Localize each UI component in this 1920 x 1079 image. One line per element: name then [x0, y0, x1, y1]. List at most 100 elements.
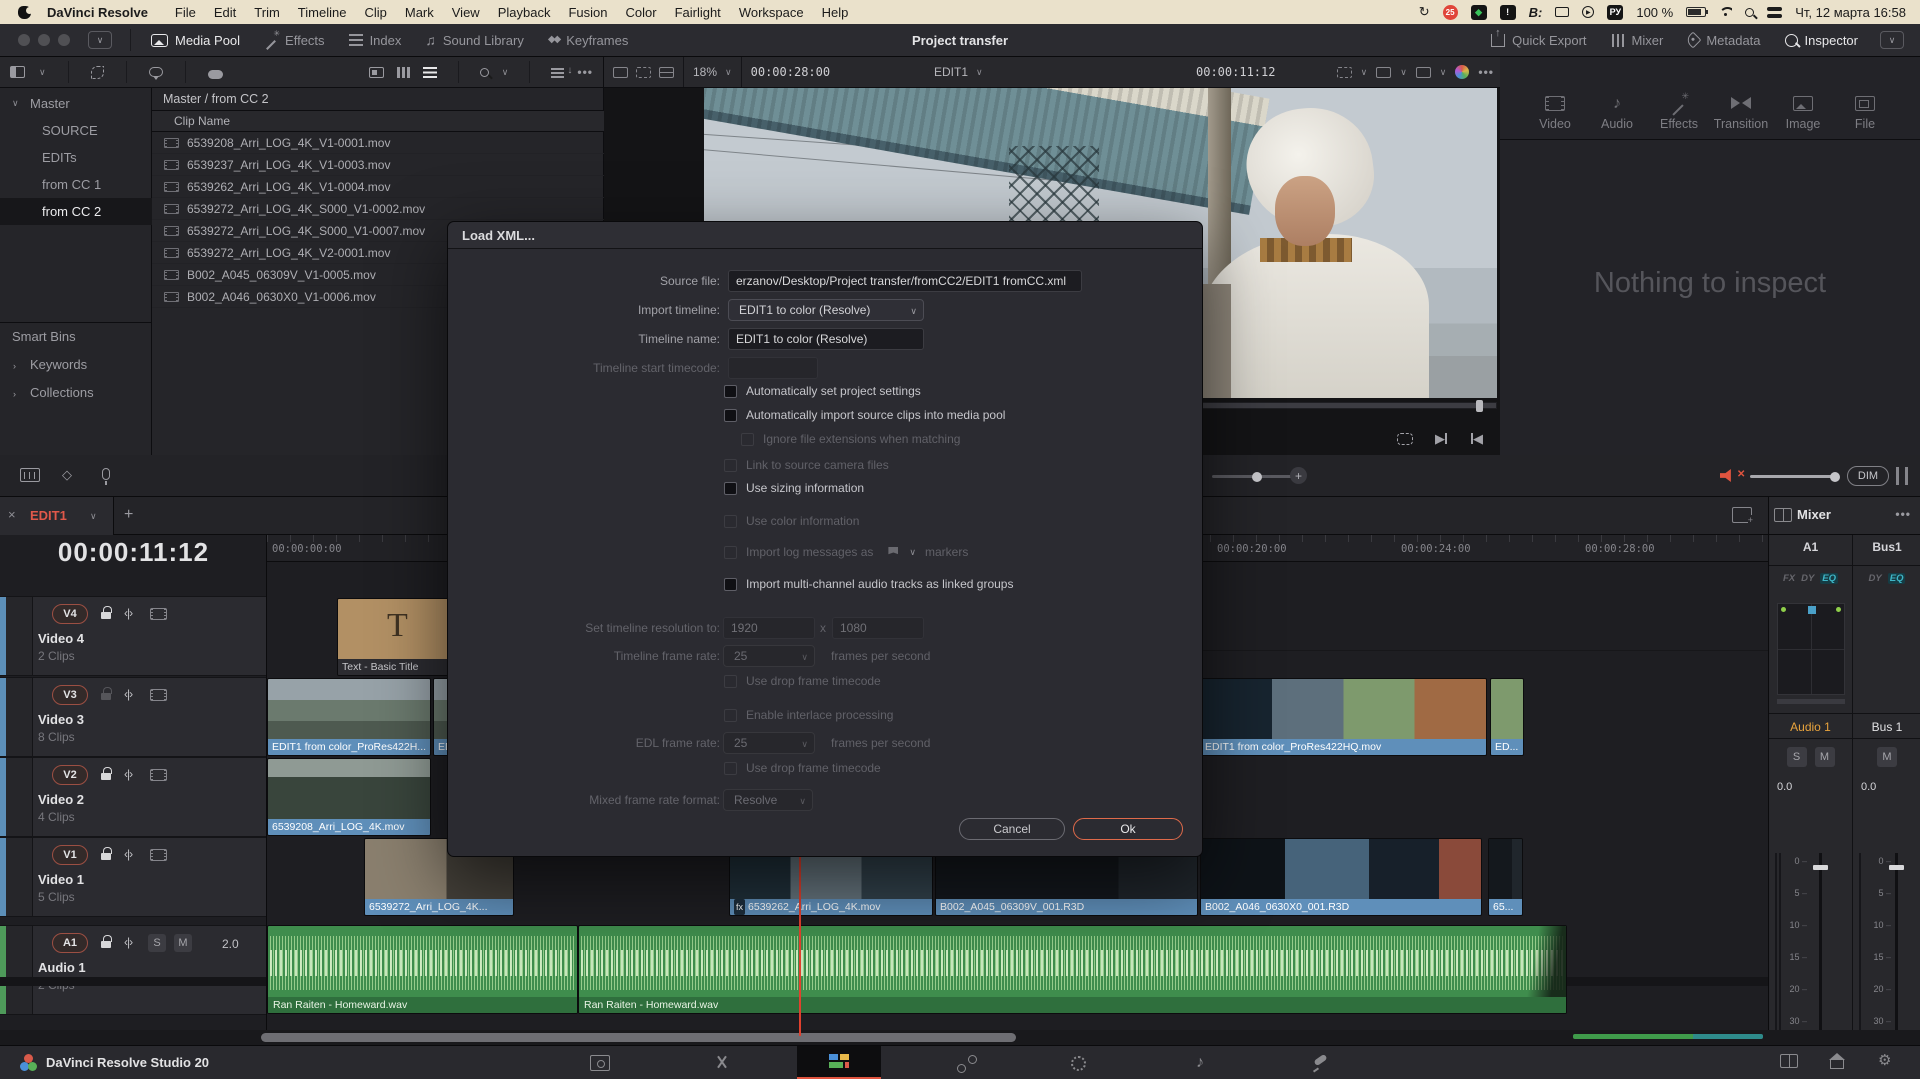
dialog-checkbox-row[interactable]: Use color information ∨	[724, 512, 868, 530]
track-name[interactable]: Video 4	[38, 631, 84, 646]
timeline-clip[interactable]: fxB002_A046_0630X0_001.R3D	[1200, 838, 1482, 916]
timeline-tab-chevron[interactable]: ∨	[90, 511, 97, 522]
display-icon[interactable]	[1555, 7, 1569, 17]
checkbox[interactable]	[724, 578, 737, 591]
track-lock-icon[interactable]	[101, 847, 111, 860]
previous-clip-icon[interactable]: ◀	[1471, 431, 1483, 447]
checkbox[interactable]	[724, 762, 737, 775]
viewer-timeline-name[interactable]: EDIT1	[934, 65, 968, 79]
track-film-icon[interactable]	[150, 769, 167, 781]
color-management-icon[interactable]	[1455, 65, 1469, 79]
smart-bin-item[interactable]: › Keywords	[0, 351, 152, 379]
monitor-volume-slider[interactable]	[1750, 475, 1838, 478]
window-close-button[interactable]	[18, 34, 30, 46]
menu-item[interactable]: Clip	[364, 5, 386, 20]
scrub-handle[interactable]	[1476, 400, 1483, 412]
panel-toggle-button[interactable]: Index	[337, 24, 414, 57]
page-button[interactable]	[558, 1046, 642, 1079]
apple-menu-icon[interactable]	[18, 6, 31, 19]
timeline-tab-edit1[interactable]: × EDIT1 ∨	[0, 497, 114, 535]
track-name[interactable]: Video 2	[38, 792, 84, 807]
spotlight-search-icon[interactable]	[1745, 8, 1754, 17]
panel-toggle-button[interactable]: Mixer	[1599, 24, 1676, 57]
dim-button[interactable]: DIM	[1847, 466, 1889, 486]
timeline-clip[interactable]: fxEDIT1 from color_ProRes422HQ.mov	[1200, 678, 1487, 756]
bin-item[interactable]: ∨ Master	[0, 90, 152, 117]
next-clip-icon[interactable]: ▶	[1435, 431, 1447, 447]
auto-select-icon[interactable]: ‹|›	[124, 847, 132, 861]
track-mute-button[interactable]: M	[174, 934, 192, 952]
track-film-icon[interactable]	[150, 608, 167, 620]
bin-item[interactable]: ∨ from CC 1	[0, 171, 152, 198]
menu-item[interactable]: Trim	[254, 5, 280, 20]
fader-track[interactable]	[1819, 853, 1822, 1053]
menu-item[interactable]: Mark	[405, 5, 434, 20]
window-minimize-button[interactable]	[38, 34, 50, 46]
page-button[interactable]	[925, 1046, 1009, 1079]
track-name[interactable]: Audio 1	[38, 960, 86, 975]
auto-select-icon[interactable]: ‹|›	[124, 687, 132, 701]
close-timeline-icon[interactable]: ×	[8, 507, 16, 522]
menu-item[interactable]: Timeline	[298, 5, 347, 20]
search-icon[interactable]	[480, 68, 489, 77]
mute-speaker-icon[interactable]	[1720, 469, 1736, 482]
menubar-clock[interactable]: Чт, 12 марта 16:58	[1795, 5, 1906, 20]
menu-item[interactable]: File	[175, 5, 196, 20]
checkbox[interactable]	[724, 459, 737, 472]
panel-toggle-button[interactable]: Quick Export	[1479, 24, 1598, 57]
marker-color-chevron[interactable]: ∨	[909, 547, 916, 558]
split-view-icon[interactable]	[659, 67, 674, 78]
timeline-view-options-icon[interactable]	[1732, 507, 1752, 523]
checkbox[interactable]	[724, 675, 737, 688]
timeline-name-input[interactable]: EDIT1 to color (Resolve)	[728, 328, 924, 350]
checkbox[interactable]	[724, 409, 737, 422]
page-button[interactable]	[1280, 1046, 1364, 1079]
project-manager-icon[interactable]	[1780, 1054, 1798, 1068]
menu-item[interactable]: Workspace	[739, 5, 804, 20]
wifi-icon[interactable]	[1719, 7, 1732, 17]
audio-meters-icon[interactable]	[1896, 467, 1908, 485]
checkbox[interactable]	[724, 546, 737, 559]
page-button[interactable]	[797, 1046, 881, 1079]
panel-layout-dropdown[interactable]: ∨	[1880, 31, 1904, 49]
ok-button[interactable]: Ok	[1073, 818, 1183, 840]
notification-badge[interactable]: 25	[1443, 5, 1458, 20]
clip-row[interactable]: 6539262_Arri_LOG_4K_V1-0004.mov	[152, 176, 604, 198]
page-button[interactable]	[680, 1046, 764, 1079]
panel-toggle-button[interactable]: Inspector	[1773, 24, 1870, 57]
battery-icon[interactable]	[1686, 7, 1706, 17]
page-button[interactable]	[1036, 1046, 1120, 1079]
dialog-checkbox-row[interactable]: Use drop frame timecode ∨	[724, 672, 890, 690]
input-language[interactable]: РУ	[1607, 5, 1623, 20]
menu-item[interactable]: Fusion	[568, 5, 607, 20]
cloud-sync-icon[interactable]	[208, 70, 223, 79]
bin-expand-chevron[interactable]: ∨	[12, 90, 19, 117]
track-name[interactable]: Video 3	[38, 712, 84, 727]
clip-row[interactable]: 6539272_Arri_LOG_4K_S000_V1-0002.mov	[152, 198, 604, 220]
timeline-frame-rate-dropdown[interactable]: 25∨	[723, 645, 815, 667]
mixed-frame-rate-dropdown[interactable]: Resolve∨	[723, 789, 813, 811]
control-center-icon[interactable]	[1767, 7, 1782, 18]
toggle-bin-sidebar-icon[interactable]	[10, 66, 25, 78]
thumbnail-view-icon[interactable]	[397, 67, 410, 78]
audio-fade-out[interactable]	[1518, 926, 1566, 997]
timeline-audio-clip[interactable]: Ran Raiten - Homeward.wav	[578, 925, 1567, 1014]
menu-item[interactable]: Help	[822, 5, 849, 20]
checkbox[interactable]	[724, 482, 737, 495]
dialog-checkbox-row[interactable]: Import log messages as ∨ markers	[724, 543, 968, 561]
workspace-layout-dropdown[interactable]: ∨	[88, 31, 112, 49]
zoom-in-button[interactable]: +	[1290, 467, 1307, 484]
timeline-clip[interactable]: fxEDIT1 from color_ProRes422H...	[267, 678, 431, 756]
checkbox[interactable]	[724, 385, 737, 398]
source-file-input[interactable]: erzanov/Desktop/Project transfer/fromCC2…	[728, 270, 1082, 292]
dialog-checkbox-row[interactable]: Automatically set project settings ∨	[724, 382, 930, 400]
inspector-tab[interactable]: Image	[1772, 88, 1834, 139]
fader-track[interactable]	[1895, 853, 1898, 1053]
expand-chevron[interactable]: ›	[13, 352, 16, 380]
edl-frame-rate-dropdown[interactable]: 25∨	[723, 732, 815, 754]
offline-reference-icon[interactable]	[636, 67, 651, 78]
track-name[interactable]: Video 1	[38, 872, 84, 887]
dialog-checkbox-row[interactable]: Use sizing information ∨	[724, 479, 873, 497]
dialog-checkbox-row[interactable]: Import multi-channel audio tracks as lin…	[724, 575, 1022, 593]
checkbox[interactable]	[741, 433, 754, 446]
